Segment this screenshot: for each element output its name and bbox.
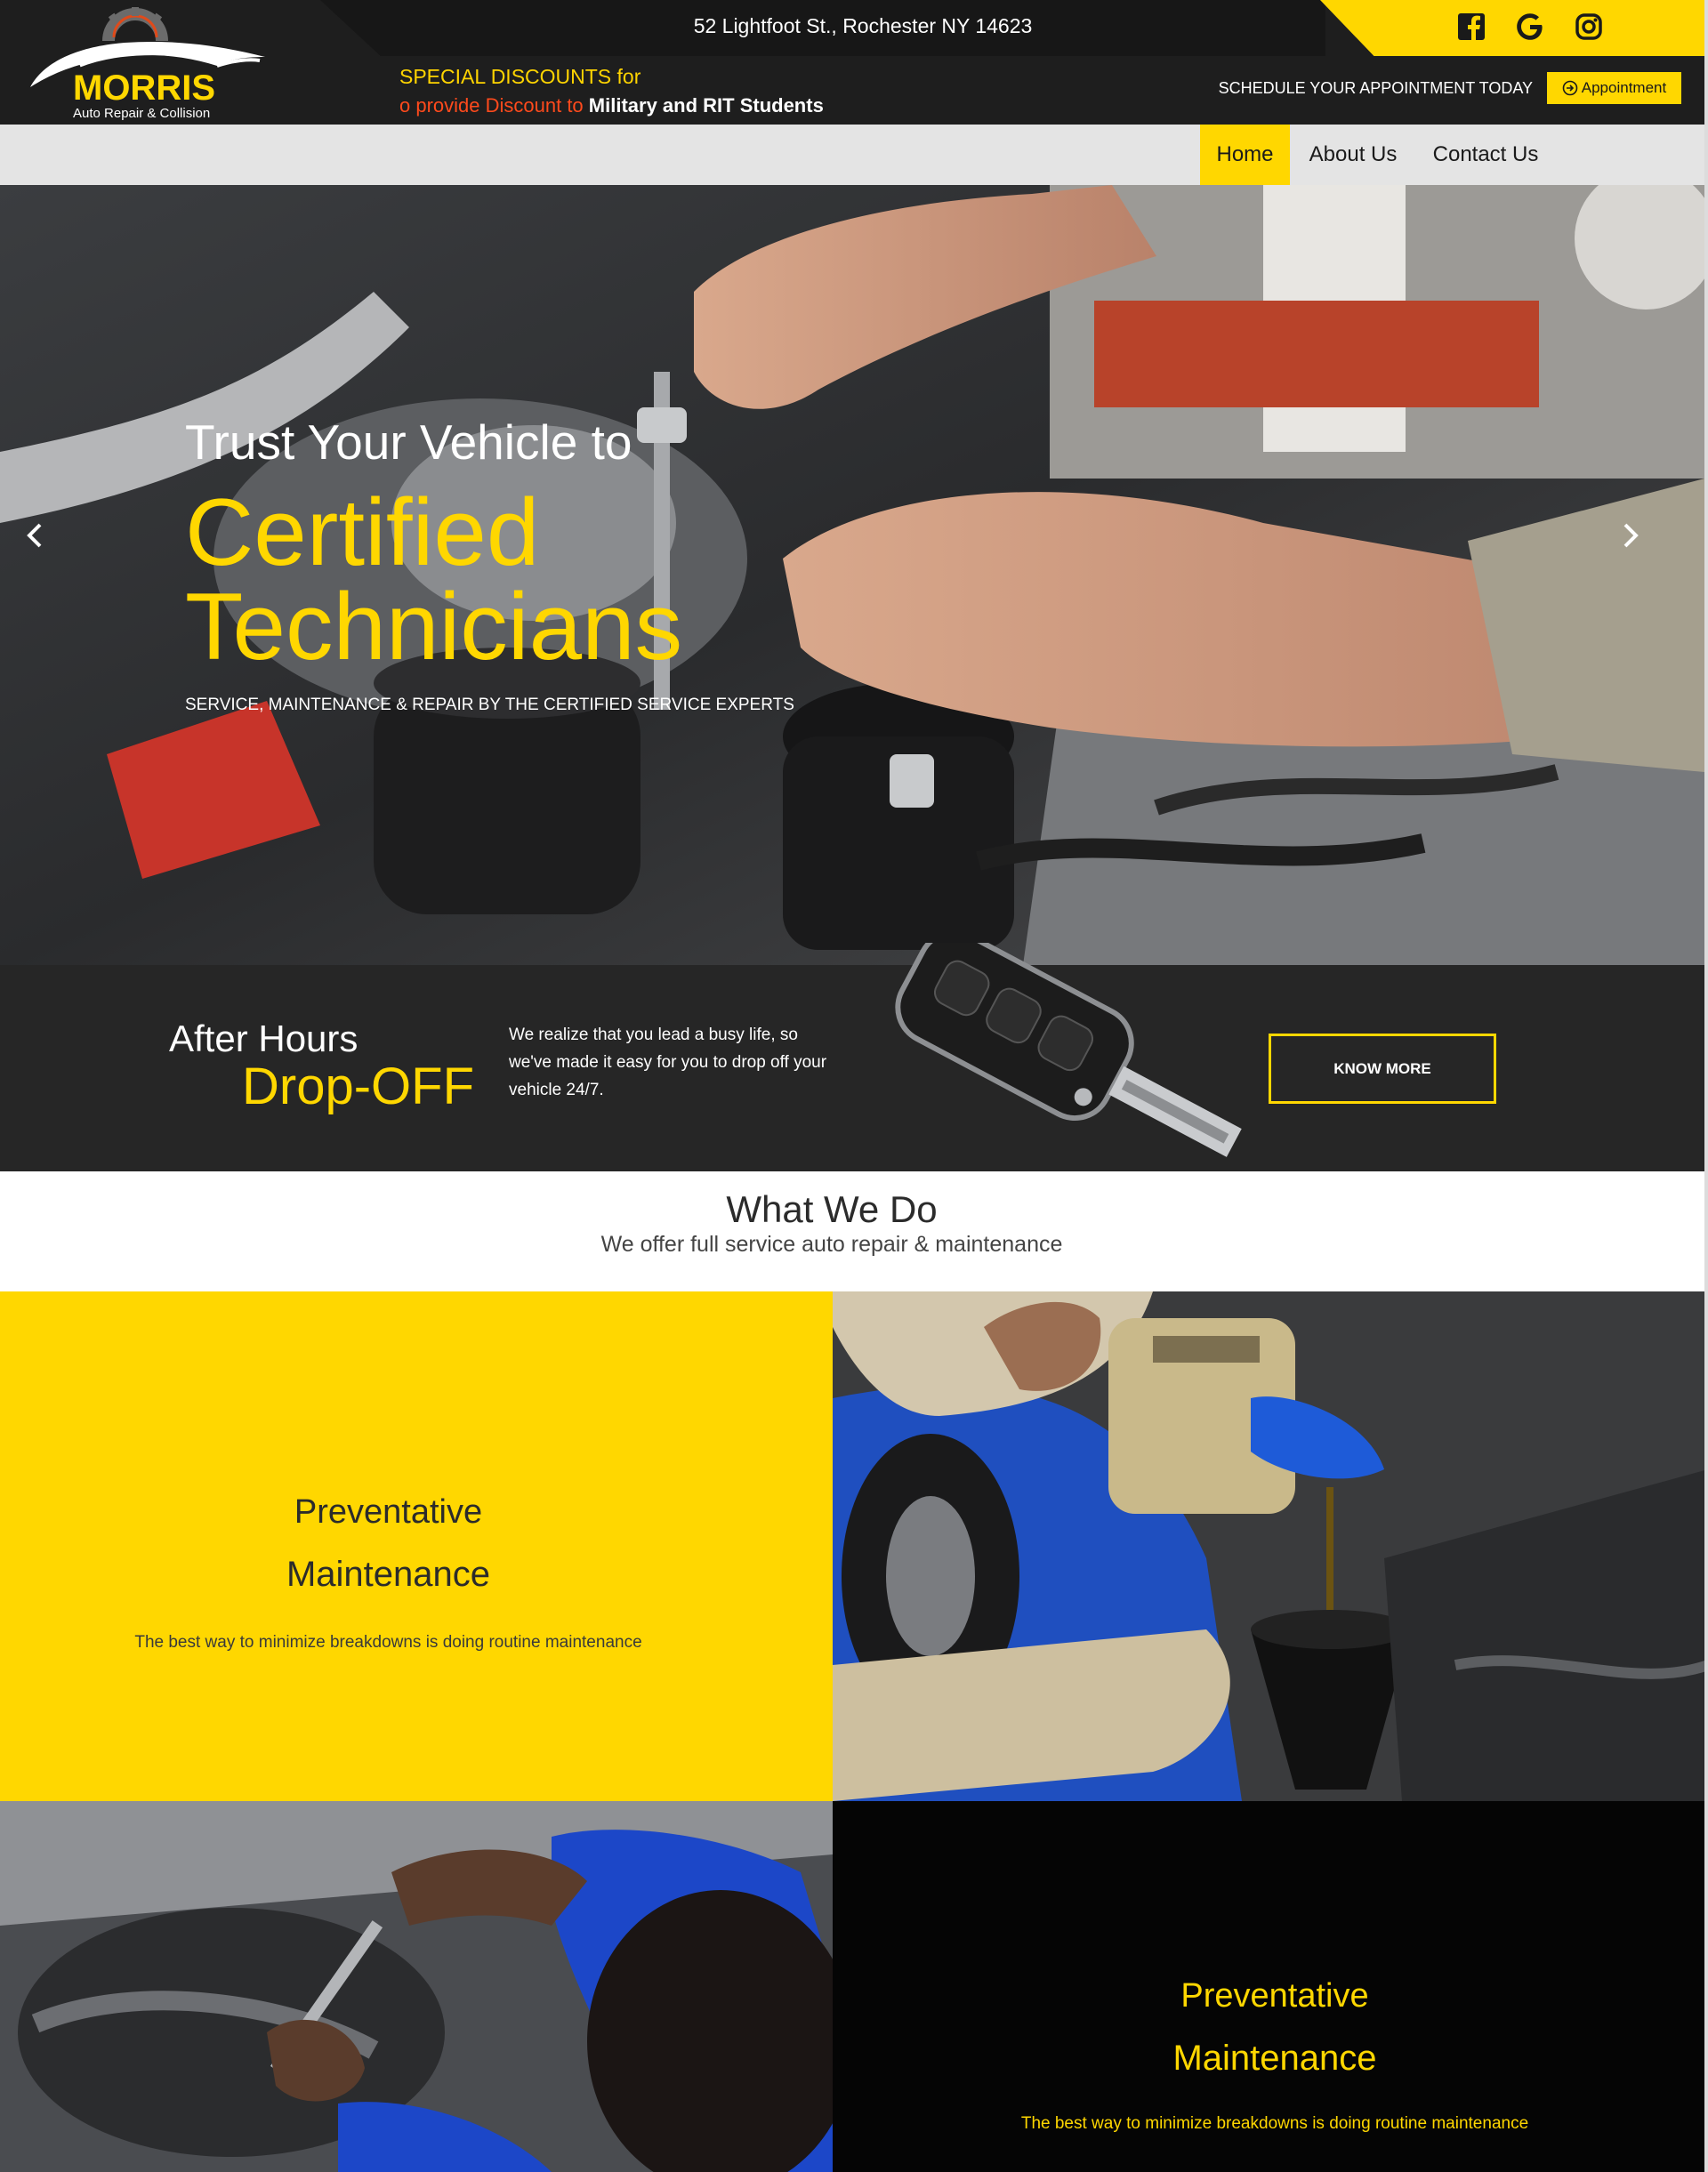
promo-ticker: o provide Discount to Military and RIT S… bbox=[399, 94, 844, 117]
schedule-text: SCHEDULE YOUR APPOINTMENT TODAY bbox=[1218, 79, 1533, 97]
promo-title: SPECIAL DISCOUNTS for bbox=[399, 65, 641, 88]
appointment-button[interactable]: Appointment bbox=[1547, 72, 1681, 104]
chevron-left-icon bbox=[27, 523, 42, 548]
know-more-button[interactable]: KNOW MORE bbox=[1269, 1034, 1496, 1104]
oil-change-photo bbox=[833, 1291, 1708, 1801]
mechanic-wrench-photo bbox=[0, 1801, 833, 2172]
section-title: What We Do bbox=[726, 1188, 938, 1230]
promo-ticker-highlight: Military and RIT Students bbox=[588, 94, 824, 117]
appointment-label: Appointment bbox=[1581, 79, 1667, 96]
chevron-right-icon bbox=[1623, 523, 1639, 548]
section-subtitle: We offer full service auto repair & main… bbox=[600, 1232, 1063, 1257]
morris-logo[interactable]: MORRIS Auto Repair & Collision bbox=[27, 7, 267, 121]
address-text: 52 Lightfoot St., Rochester NY 14623 bbox=[693, 14, 1033, 37]
dropoff-highlight: Drop-OFF bbox=[242, 1058, 474, 1115]
slider-prev-arrow[interactable] bbox=[18, 518, 53, 553]
promo-ticker-prefix: o provide Discount to bbox=[399, 94, 589, 117]
hero-subtitle: SERVICE, MAINTENANCE & REPAIR BY THE CER… bbox=[185, 696, 794, 714]
facebook-icon[interactable] bbox=[1455, 11, 1487, 43]
service-title-line2: Maintenance bbox=[286, 1555, 491, 1594]
nav-home[interactable]: Home bbox=[1200, 125, 1290, 185]
google-icon[interactable] bbox=[1514, 11, 1546, 43]
logo-graphic: MORRIS Auto Repair & Collision bbox=[30, 7, 265, 121]
instagram-icon[interactable] bbox=[1573, 11, 1605, 43]
car-key-image bbox=[854, 929, 1263, 1201]
social-strip bbox=[1320, 0, 1704, 56]
hero-pre-title: Trust Your Vehicle to bbox=[185, 414, 632, 470]
logo-name: MORRIS bbox=[73, 68, 215, 108]
logo-tagline: Auto Repair & Collision bbox=[73, 106, 210, 121]
service-title-line2-dark: Maintenance bbox=[1172, 2039, 1377, 2078]
dropoff-heading: After Hours bbox=[169, 1018, 359, 1059]
dropoff-description: We realize that you lead a busy life, so… bbox=[509, 1026, 827, 1099]
nav-contact-us[interactable]: Contact Us bbox=[1416, 125, 1555, 185]
slider-next-arrow[interactable] bbox=[1612, 518, 1648, 553]
page-scrollbar[interactable] bbox=[1704, 0, 1708, 2172]
service-title-line1: Preventative bbox=[294, 1493, 483, 1531]
service-title-line1-dark: Preventative bbox=[1180, 1977, 1369, 2015]
service-description-dark: The best way to minimize breakdowns is d… bbox=[1020, 2114, 1529, 2133]
service-description: The best way to minimize breakdowns is d… bbox=[134, 1633, 642, 1652]
arrow-circle-icon bbox=[1562, 80, 1578, 96]
nav-about-us[interactable]: About Us bbox=[1299, 125, 1407, 185]
hero-title: Certified Technicians bbox=[185, 479, 683, 680]
